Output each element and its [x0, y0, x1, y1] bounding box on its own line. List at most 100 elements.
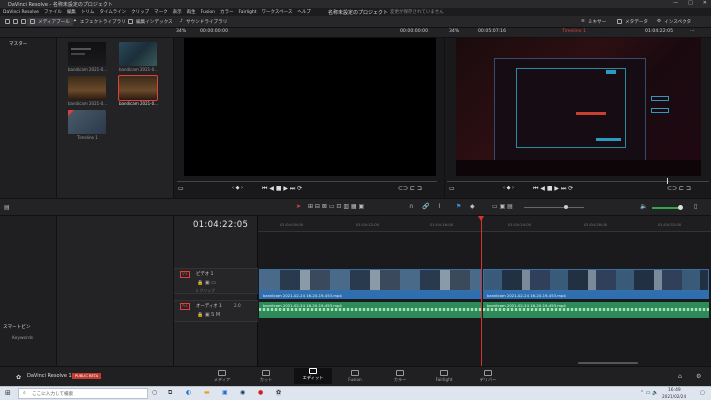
- clock-date[interactable]: 2021/02/24: [662, 394, 686, 399]
- davinci-taskbar-icon[interactable]: ✿: [276, 389, 282, 396]
- jog-icon[interactable]: ‹ ◆ ›: [232, 185, 243, 191]
- menu-item[interactable]: トリム: [81, 9, 95, 15]
- volume-slider-handle[interactable]: [678, 205, 683, 210]
- menu-item[interactable]: ヘルプ: [297, 9, 311, 15]
- edit-index-button[interactable]: 編集インデックス: [128, 19, 173, 25]
- menu-item[interactable]: 編集: [67, 9, 76, 15]
- tab-edit[interactable]: エディット: [294, 368, 332, 384]
- position-lock-icon[interactable]: ⌇: [438, 203, 441, 210]
- layout-toggle-icons[interactable]: [5, 19, 26, 24]
- snapping-icon[interactable]: ∩: [409, 203, 413, 210]
- menu-item[interactable]: DaVinci Resolve: [3, 10, 39, 15]
- metadata-button[interactable]: メタデータ: [617, 19, 648, 25]
- menu-item[interactable]: カラー: [220, 9, 234, 15]
- track-name[interactable]: ビデオ 1: [196, 271, 213, 277]
- tab-cut[interactable]: カット: [251, 370, 281, 383]
- edge-browser-icon[interactable]: ◐: [186, 389, 191, 396]
- viewer-playhead[interactable]: [667, 178, 668, 184]
- media-clip-thumbnail[interactable]: [68, 42, 106, 66]
- store-icon[interactable]: ▣: [222, 389, 228, 396]
- playhead-handle[interactable]: [478, 216, 484, 221]
- audio-meter-icon[interactable]: ▯: [694, 203, 697, 210]
- menu-item[interactable]: ワークスペース: [262, 9, 293, 15]
- inspector-button[interactable]: ⚙ インスペクタ: [657, 19, 691, 25]
- windows-start-icon[interactable]: ⊞: [5, 389, 11, 397]
- audio-clip[interactable]: bandicam 2021-02-24 16-20-19-453.mp4: [483, 302, 709, 318]
- media-pool-button[interactable]: メディアプール: [27, 17, 73, 26]
- tab-color[interactable]: カラー: [385, 370, 415, 383]
- source-transport-controls[interactable]: ⏮ ◀ ■ ▶ ⏭ ⟳: [262, 185, 302, 193]
- media-clip-thumbnail[interactable]: [68, 76, 106, 100]
- edit-tools-icons[interactable]: ⊞ ⊟ ⊠ ▭ ⊡ ▥ ▦ ▣: [308, 203, 364, 210]
- timeline-thumbnail[interactable]: [68, 110, 106, 134]
- audio-clip[interactable]: bandicam 2021-02-24 16-20-19-453.mp4: [259, 302, 481, 318]
- video-track-header[interactable]: V1 ビデオ 1 🔒 ▣ ▭ 2 クリップ: [174, 268, 258, 294]
- jog-icon[interactable]: ‹ ◆ ›: [503, 185, 514, 191]
- close-button[interactable]: ✕: [703, 0, 707, 6]
- menu-item[interactable]: Fairlight: [239, 10, 257, 15]
- timeline-view-icon[interactable]: ▤: [4, 204, 10, 211]
- media-clip-thumbnail-selected[interactable]: [118, 75, 158, 101]
- speaker-icon[interactable]: 🔈: [640, 203, 647, 210]
- audio-track-header[interactable]: A1 オーディオ 1 2.0 🔒 ▣ S M: [174, 300, 258, 322]
- flag-icon[interactable]: ⚑: [456, 203, 461, 210]
- track-lock-icons[interactable]: 🔒 ▣ ▭: [197, 280, 216, 286]
- bin-master[interactable]: マスター: [9, 41, 27, 47]
- mixer-button[interactable]: ≡ ミキサー: [581, 19, 606, 25]
- timeline-selector[interactable]: Timeline 1: [562, 29, 586, 34]
- tab-fairlight[interactable]: Fairlight: [429, 370, 459, 382]
- taskview-icon[interactable]: ⧉: [168, 389, 172, 397]
- minimize-button[interactable]: —: [673, 0, 678, 6]
- timeline-playhead[interactable]: [481, 216, 482, 366]
- track-name[interactable]: オーディオ 1: [196, 303, 222, 309]
- menu-item[interactable]: Fusion: [201, 10, 215, 15]
- marker-icon[interactable]: ◆: [470, 203, 475, 210]
- notification-icon[interactable]: ▢: [700, 390, 705, 396]
- system-tray-icons[interactable]: ⌃ ▭ 🔈: [640, 390, 658, 396]
- volume-slider[interactable]: [652, 207, 680, 209]
- video-clip[interactable]: [259, 269, 481, 291]
- timeline-transport-controls[interactable]: ⏮ ◀ ■ ▶ ⏭ ⟳: [533, 185, 573, 193]
- timeline-ruler[interactable]: 01:04:00:00 01:04:12:00 01:04:16:00 01:0…: [258, 216, 711, 232]
- linked-selection-icon[interactable]: 🔗: [422, 203, 429, 210]
- settings-icon[interactable]: ⚙: [696, 373, 701, 380]
- timeline-zoom[interactable]: 34%: [449, 29, 459, 34]
- tab-fusion[interactable]: Fusion: [340, 370, 370, 382]
- task-view-icon[interactable]: ○: [152, 389, 157, 396]
- audio-clip-label[interactable]: bandicam 2021-02-24 16-20-19-453.mp4: [259, 291, 481, 299]
- effects-library-button[interactable]: ✦ エフェクトライブラリ: [73, 19, 126, 25]
- sound-library-button[interactable]: ♪ サウンドライブラリ: [180, 19, 227, 25]
- recorder-icon[interactable]: ●: [258, 389, 263, 396]
- track-lock-icons[interactable]: 🔒 ▣ S M: [197, 312, 220, 318]
- source-viewer-canvas[interactable]: [184, 38, 436, 176]
- file-explorer-icon[interactable]: ▬: [204, 389, 210, 396]
- menu-item[interactable]: 再生: [187, 9, 196, 15]
- media-clip-thumbnail[interactable]: [119, 42, 157, 66]
- maximize-button[interactable]: □: [688, 0, 693, 6]
- tab-deliver[interactable]: デリバー: [473, 370, 503, 383]
- zoom-slider-handle[interactable]: [564, 205, 568, 209]
- selection-tool-icon[interactable]: ➤: [296, 203, 301, 210]
- audio-clip-label[interactable]: bandicam 2021-02-24 16-20-19-453.mp4: [483, 291, 709, 299]
- viewer-mode-icon[interactable]: ▭: [178, 185, 184, 192]
- viewer-mode-icon[interactable]: ▭: [449, 185, 455, 192]
- timeline-area[interactable]: 01:04:00:00 01:04:12:00 01:04:16:00 01:0…: [258, 216, 711, 366]
- menu-item[interactable]: タイムライン: [99, 9, 126, 15]
- timeline-scrollbar[interactable]: [578, 362, 638, 364]
- steam-icon[interactable]: ◉: [240, 389, 245, 396]
- timeline-scrubber[interactable]: [447, 181, 709, 182]
- source-zoom[interactable]: 34%: [176, 29, 186, 34]
- zoom-mode-icons[interactable]: ▭ ▣ ▤: [492, 203, 513, 210]
- menu-item[interactable]: 表示: [173, 9, 182, 15]
- menu-item[interactable]: マーク: [154, 9, 168, 15]
- taskbar-search-box[interactable]: ⌕ ここに入力して検索: [18, 388, 148, 399]
- tab-media[interactable]: メディア: [207, 370, 237, 383]
- mark-in-out-icons[interactable]: ⊂⊃ ⊏ ⊐: [667, 185, 691, 192]
- clock-time[interactable]: 16:49: [668, 388, 681, 393]
- menu-item[interactable]: クリップ: [131, 9, 149, 15]
- video-clip[interactable]: [483, 269, 709, 291]
- menu-item[interactable]: ファイル: [44, 9, 62, 15]
- home-icon[interactable]: ⌂: [678, 373, 682, 380]
- mark-in-out-icons[interactable]: ⊂⊃ ⊏ ⊐: [398, 185, 422, 192]
- viewer-options-icon[interactable]: ⋯: [690, 29, 695, 34]
